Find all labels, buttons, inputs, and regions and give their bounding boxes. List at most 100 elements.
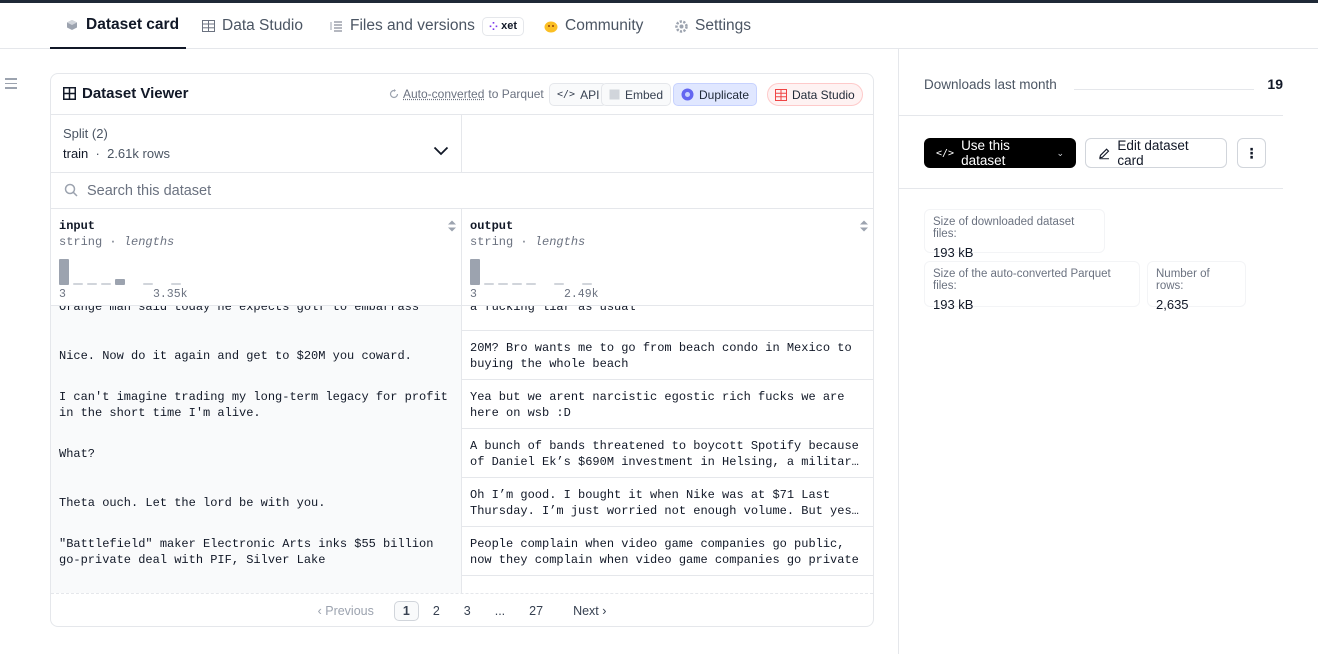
column-type: string · lengths (470, 235, 586, 249)
table-cell-output[interactable]: a fucking liar as usual (462, 306, 873, 331)
hist-max-label: 3.35k (153, 288, 188, 301)
downloads-sparkline (1074, 89, 1254, 90)
pagination: ‹ Previous 1 2 3 ... 27 Next › (51, 593, 873, 626)
edit-dataset-card-button[interactable]: Edit dataset card (1085, 138, 1227, 168)
table-cell-output[interactable]: People complain when video game companie… (462, 527, 873, 576)
cube-icon (65, 18, 79, 32)
refresh-icon (389, 89, 399, 99)
table-row[interactable]: Orange man said today he expects golf to… (51, 306, 873, 331)
histogram-bar[interactable] (470, 259, 480, 285)
table-cell-output[interactable]: We posting Roth IRAs? 😌 (462, 576, 873, 593)
page-1-button[interactable]: 1 (393, 600, 419, 621)
pencil-icon (1099, 147, 1110, 159)
histogram-bar[interactable] (554, 283, 564, 285)
viewer-header: Dataset Viewer Auto-converted to Parquet… (51, 74, 873, 115)
table-cell-input[interactable]: What? (51, 429, 462, 478)
page-3-button[interactable]: 3 (454, 601, 481, 621)
files-icon (329, 19, 343, 33)
histogram-bar[interactable] (59, 259, 69, 285)
search-input[interactable] (87, 179, 787, 203)
histogram-bar[interactable] (87, 283, 97, 285)
table-cell-input[interactable]: "Battlefield" maker Electronic Arts inks… (51, 527, 462, 576)
downloads-count: 19 (1267, 76, 1283, 92)
community-icon (544, 19, 558, 33)
column-type: string · lengths (59, 235, 175, 249)
divider (899, 188, 1283, 189)
downloads-label: Downloads last month (924, 77, 1057, 92)
column-name: input (59, 219, 96, 233)
duplicate-button[interactable]: Duplicate (673, 83, 758, 106)
table-cell-output[interactable]: Yea but we arent narcistic egostic rich … (462, 380, 873, 429)
tab-label: Dataset card (86, 16, 180, 33)
embed-icon (609, 89, 620, 100)
histogram-bar[interactable] (512, 283, 522, 285)
tab-files-and-versions[interactable]: Files and versions ⁘ xet (329, 3, 525, 49)
histogram-bar[interactable] (115, 279, 125, 285)
embed-button[interactable]: Embed (601, 83, 672, 106)
table-cell-output[interactable]: Oh I’m good. I bought it when Nike was a… (462, 478, 873, 527)
histogram-bar[interactable] (171, 283, 181, 285)
xet-badge: ⁘ xet (481, 16, 525, 36)
split-rows: 2.61k rows (107, 146, 170, 161)
table-icon (201, 19, 215, 33)
split-empty-panel (462, 115, 873, 173)
table-row[interactable]: I can't imagine trading my long-term leg… (51, 380, 873, 429)
split-selector[interactable]: Split (2) train · 2.61k rows (51, 115, 462, 173)
tab-data-studio[interactable]: Data Studio (201, 3, 303, 49)
table-row[interactable]: What? A bunch of bands threatened to boyc… (51, 429, 873, 478)
page-ellipsis: ... (494, 603, 506, 618)
repo-tabs: Dataset card Data Studio Files and versi… (0, 3, 1318, 49)
use-this-dataset-button[interactable]: </> Use this dataset ⌄ (924, 138, 1076, 168)
gear-icon (674, 19, 688, 33)
kebab-icon: ⋮ (1244, 144, 1259, 161)
duplicate-icon (681, 88, 694, 101)
more-options-button[interactable]: ⋮ (1237, 138, 1266, 168)
split-label: Split (2) (63, 126, 108, 141)
column-header-output: output string · lengths 3 2.49k (462, 209, 873, 306)
data-studio-button[interactable]: Data Studio (767, 83, 863, 106)
divider (899, 115, 1283, 116)
viewer-title: Dataset Viewer (63, 85, 188, 102)
table-row[interactable]: Nice. Now do it again and get to $20M yo… (51, 331, 873, 380)
table-cell-output[interactable]: A bunch of bands threatened to boycott S… (462, 429, 873, 478)
menu-icon[interactable] (5, 78, 17, 92)
length-histogram[interactable] (470, 259, 610, 285)
tab-settings[interactable]: Settings (674, 3, 751, 49)
histogram-bar[interactable] (582, 283, 592, 285)
histogram-bar[interactable] (526, 283, 536, 285)
histogram-bar[interactable] (101, 283, 111, 285)
hist-min-label: 3 (59, 288, 66, 301)
histogram-bar[interactable] (484, 283, 494, 285)
table-cell-output[interactable]: 20M? Bro wants me to go from beach condo… (462, 331, 873, 380)
table-row[interactable]: "Battlefield" maker Electronic Arts inks… (51, 527, 873, 576)
column-name: output (470, 219, 514, 233)
auto-converted-note: Auto-converted to Parquet (389, 87, 544, 101)
sort-icon[interactable] (447, 219, 457, 233)
table-cell-input[interactable]: Theta ouch. Let the lord be with you. (51, 478, 462, 527)
chevron-down-icon: ⌄ (1056, 147, 1064, 158)
page-27-button[interactable]: 27 (519, 601, 553, 621)
tab-community[interactable]: Community (544, 3, 643, 49)
table-cell-input[interactable]: I can't imagine trading my long-term leg… (51, 380, 462, 429)
length-histogram[interactable] (59, 259, 199, 285)
histogram-bar[interactable] (143, 283, 153, 285)
tab-dataset-card[interactable]: Dataset card (50, 3, 186, 49)
chevron-down-icon (433, 146, 449, 156)
next-page-button[interactable]: Next › (563, 601, 616, 621)
tab-label: Settings (695, 17, 752, 34)
sort-icon[interactable] (859, 219, 869, 233)
sidebar: Downloads last month 19 </> Use this dat… (898, 49, 1318, 654)
auto-converted-link[interactable]: Auto-converted (403, 87, 484, 101)
table-cell-input[interactable]: Orange man said today he expects golf to… (51, 306, 462, 331)
table-cell-input[interactable]: Nice. Now do it again and get to $20M yo… (51, 331, 462, 380)
page-2-button[interactable]: 2 (423, 601, 450, 621)
api-button[interactable]: </> API (549, 83, 608, 106)
search-bar (51, 173, 873, 209)
table-row[interactable]: I got yall both beat (also my ROTH IRA)W… (51, 576, 873, 593)
previous-page-button[interactable]: ‹ Previous (308, 601, 384, 621)
table-cell-input[interactable]: I got yall both beat (also my ROTH IRA) (51, 576, 462, 593)
code-icon: </> (936, 147, 955, 159)
table-row[interactable]: Theta ouch. Let the lord be with you. Oh … (51, 478, 873, 527)
histogram-bar[interactable] (498, 283, 508, 285)
histogram-bar[interactable] (73, 283, 83, 285)
